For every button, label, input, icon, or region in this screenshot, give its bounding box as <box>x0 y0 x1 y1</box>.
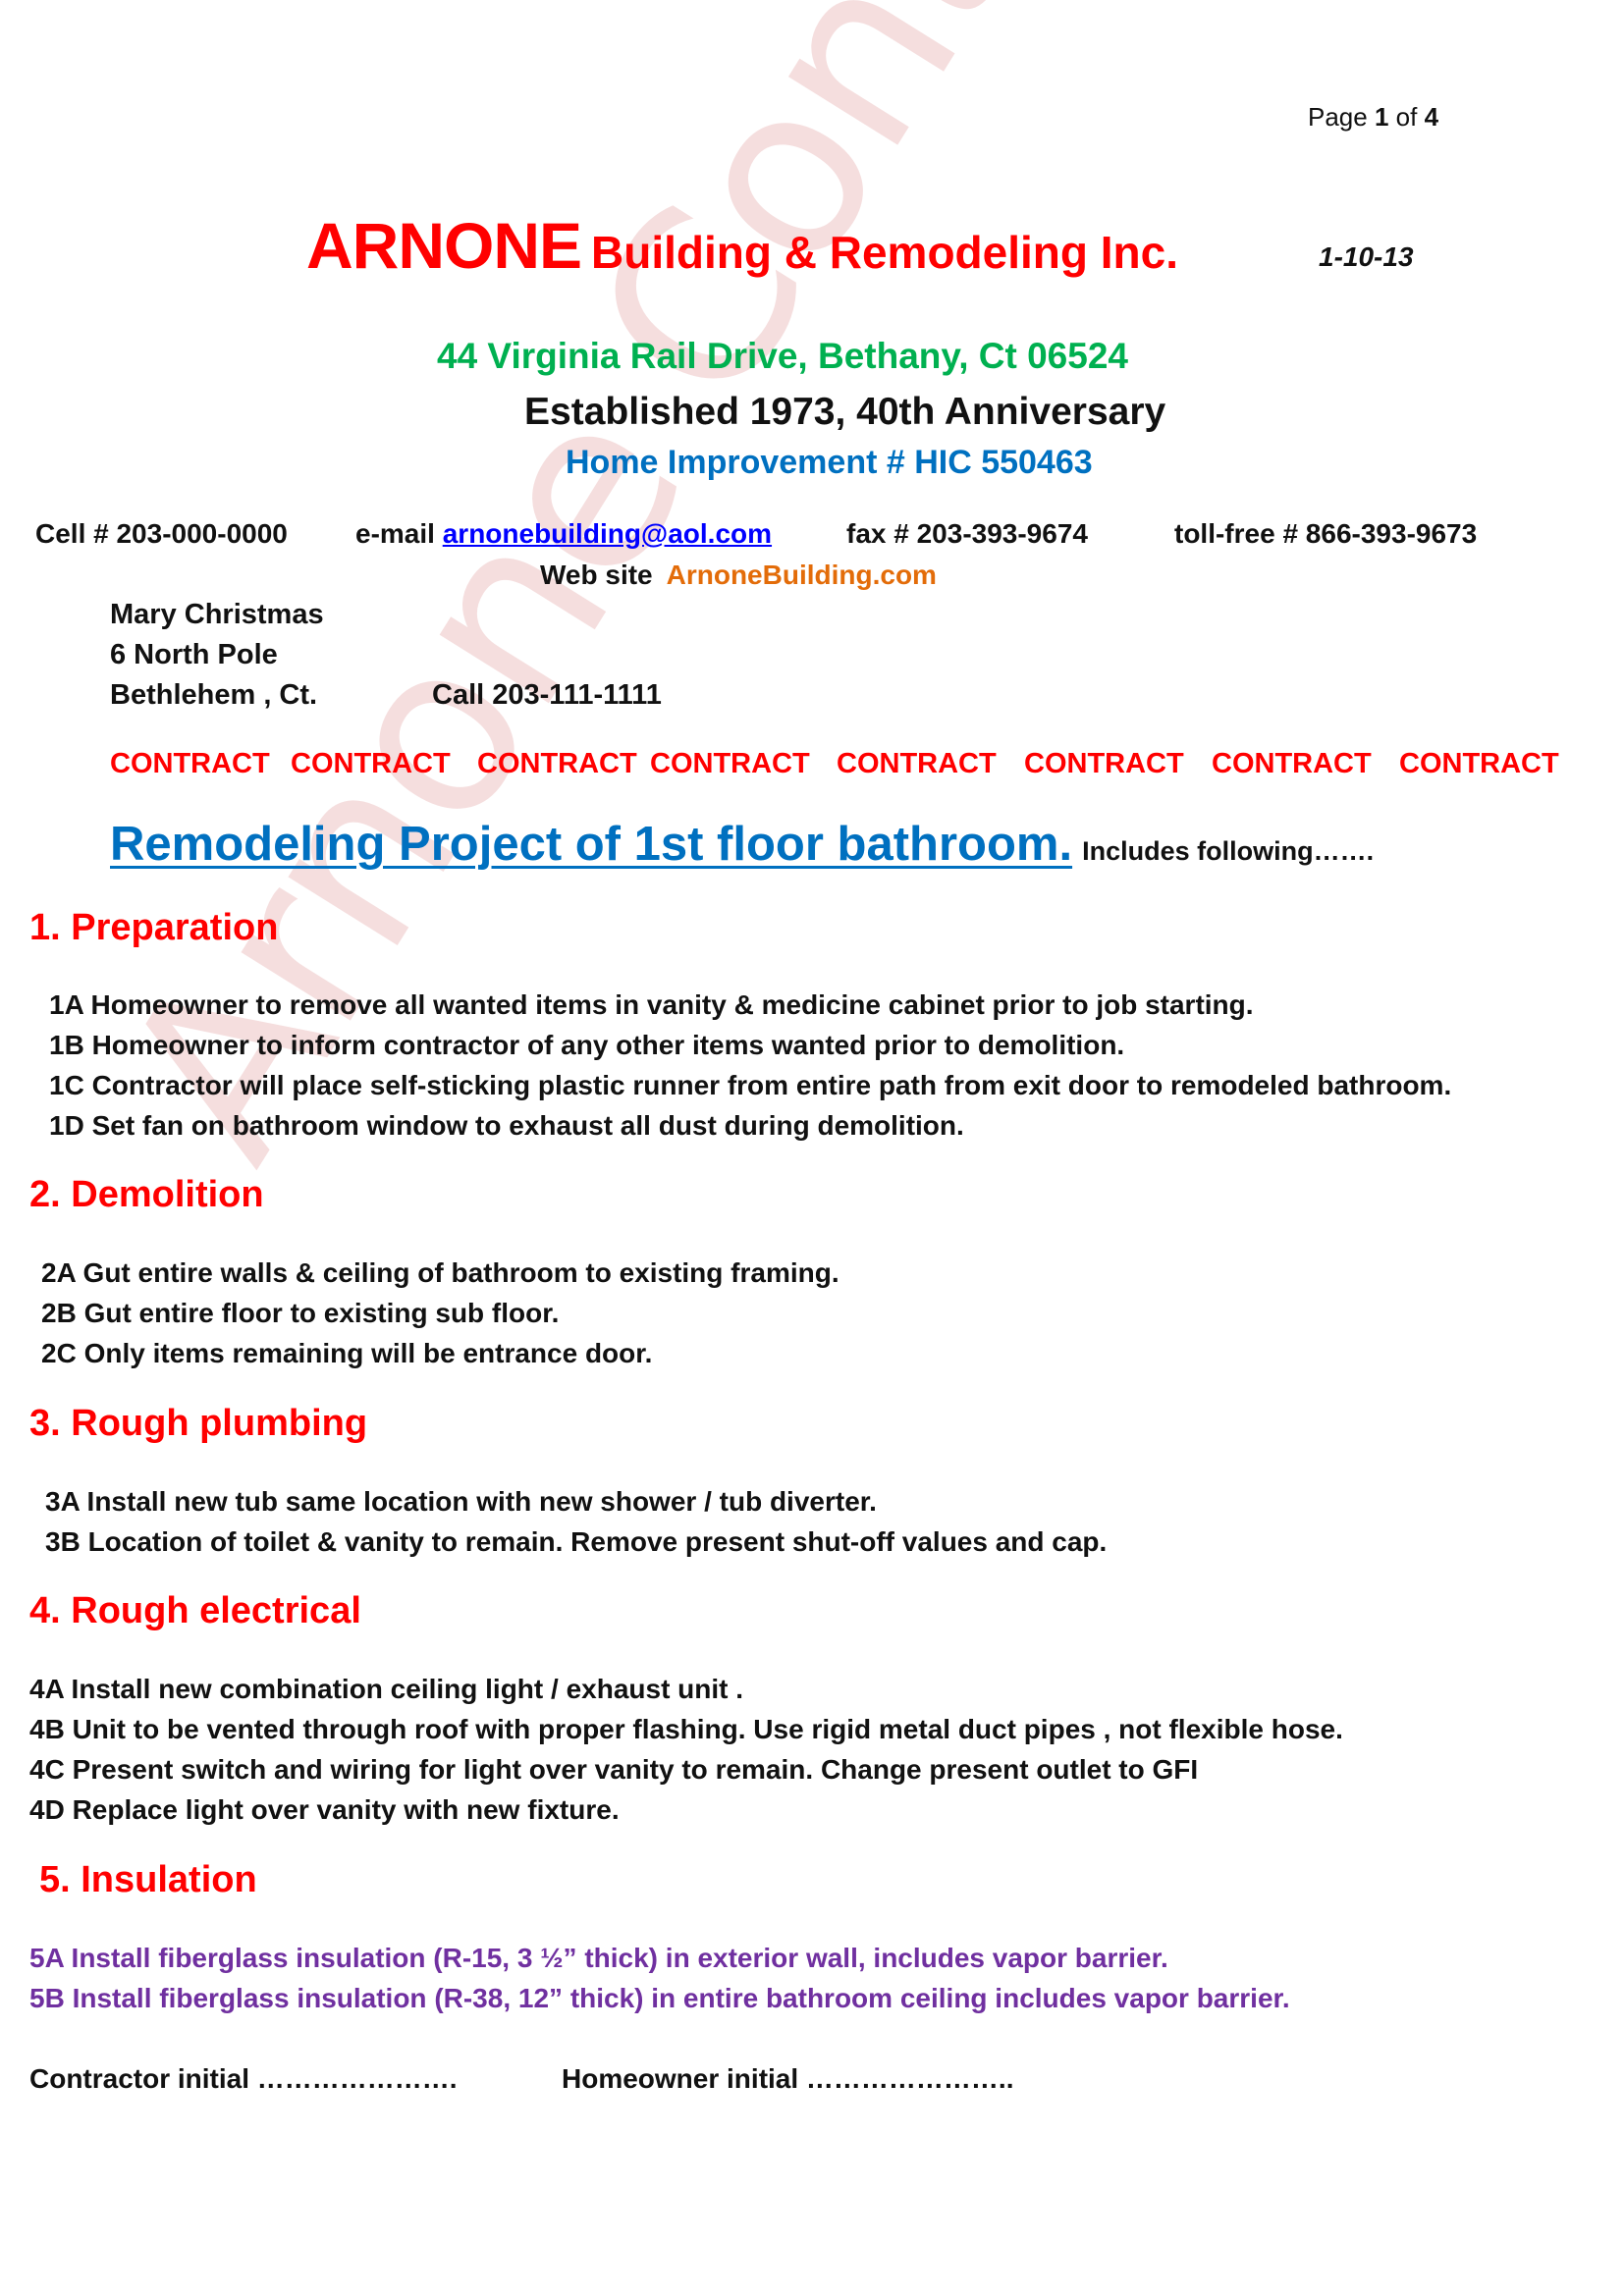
contract-label: CONTRACT <box>110 748 270 779</box>
page-total: 4 <box>1424 102 1439 132</box>
contract-label: CONTRACT <box>1024 748 1184 779</box>
list-item: 4C Present switch and wiring for light o… <box>29 1754 1199 1785</box>
contractor-initial-field[interactable]: Contractor initial …………………. <box>29 2063 458 2095</box>
contract-label: CONTRACT <box>291 748 451 779</box>
customer-name: Mary Christmas <box>110 599 324 630</box>
list-item: 3B Location of toilet & vanity to remain… <box>45 1526 1108 1557</box>
homeowner-initial-field[interactable]: Homeowner initial ………………….. <box>562 2063 1013 2095</box>
contract-label: CONTRACT <box>650 748 810 779</box>
contract-label: CONTRACT <box>837 748 997 779</box>
list-item: 5B Install fiberglass insulation (R-38, … <box>29 1983 1290 2013</box>
customer-city: Bethlehem , Ct. <box>110 679 318 711</box>
list-item: 1B Homeowner to inform contractor of any… <box>49 1030 1125 1060</box>
project-title: Remodeling Project of 1st floor bathroom… <box>110 818 1073 871</box>
customer-street: 6 North Pole <box>110 639 278 670</box>
section-heading-rough-plumbing: 3. Rough plumbing <box>29 1403 368 1444</box>
list-item: 2B Gut entire floor to existing sub floo… <box>41 1298 560 1328</box>
customer-phone: Call 203-111-1111 <box>432 679 662 711</box>
list-item: 3A Install new tub same location with ne… <box>45 1486 877 1517</box>
cell-number: Cell # 203-000-0000 <box>35 518 288 549</box>
page-number: Page 1 of 4 <box>1308 102 1439 132</box>
list-item: 4D Replace light over vanity with new fi… <box>29 1794 620 1825</box>
license-number: Home Improvement # HIC 550463 <box>566 444 1093 481</box>
section-heading-insulation: 5. Insulation <box>39 1859 257 1900</box>
email-label: e-mail <box>355 518 435 549</box>
section-heading-rough-electrical: 4. Rough electrical <box>29 1590 361 1631</box>
contract-label: CONTRACT <box>1399 748 1559 779</box>
list-item: 5A Install fiberglass insulation (R-15, … <box>29 1943 1168 1973</box>
fax-number: fax # 203-393-9674 <box>846 518 1088 549</box>
website-link[interactable]: ArnoneBuilding.com <box>667 560 937 590</box>
contract-label: CONTRACT <box>1212 748 1372 779</box>
established-line: Established 1973, 40th Anniversary <box>524 391 1166 433</box>
company-name: ARNONE <box>306 209 582 282</box>
company-title: ARNONE Building & Remodeling Inc. <box>306 208 1178 283</box>
contract-label: CONTRACT <box>477 748 637 779</box>
project-subtitle: Includes following……. <box>1082 836 1375 866</box>
list-item: 1A Homeowner to remove all wanted items … <box>49 989 1254 1020</box>
page-current: 1 <box>1374 102 1389 132</box>
project-heading: Remodeling Project of 1st floor bathroom… <box>110 817 1374 872</box>
company-address: 44 Virginia Rail Drive, Bethany, Ct 0652… <box>437 336 1128 376</box>
list-item: 1D Set fan on bathroom window to exhaust… <box>49 1110 964 1141</box>
list-item: 4A Install new combination ceiling light… <box>29 1674 744 1704</box>
document-date: 1-10-13 <box>1319 241 1414 272</box>
list-item: 4B Unit to be vented through roof with p… <box>29 1714 1343 1744</box>
tollfree-number: toll-free # 866-393-9673 <box>1174 518 1478 549</box>
website-label: Web site <box>540 560 653 590</box>
section-heading-preparation: 1. Preparation <box>29 907 279 948</box>
list-item: 1C Contractor will place self-sticking p… <box>49 1070 1452 1100</box>
company-suffix: Building & Remodeling Inc. <box>591 227 1179 278</box>
list-item: 2C Only items remaining will be entrance… <box>41 1338 653 1368</box>
list-item: 2A Gut entire walls & ceiling of bathroo… <box>41 1257 839 1288</box>
email-row: e-mail arnonebuilding@aol.com <box>355 518 772 550</box>
email-link[interactable]: arnonebuilding@aol.com <box>443 518 772 549</box>
section-heading-demolition: 2. Demolition <box>29 1174 264 1215</box>
website-row: Web site ArnoneBuilding.com <box>540 560 937 591</box>
